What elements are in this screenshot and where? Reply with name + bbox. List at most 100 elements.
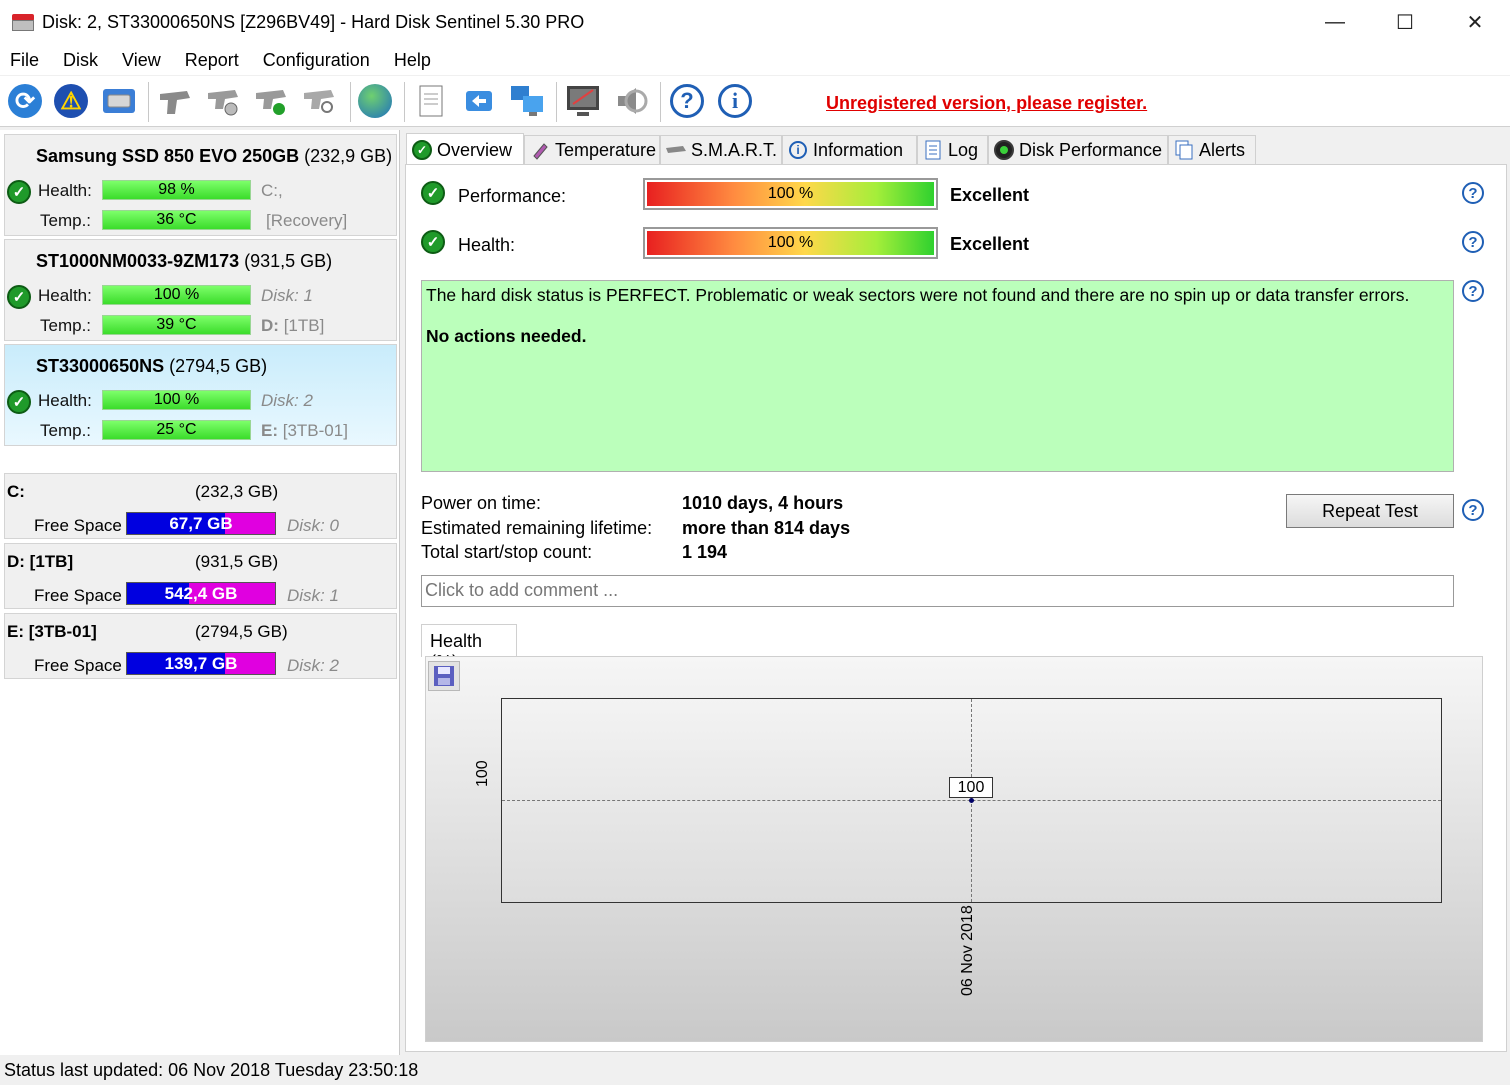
toolbar-separator xyxy=(148,82,149,122)
save-icon[interactable] xyxy=(428,661,460,691)
refresh-icon[interactable]: ⟳ xyxy=(6,82,44,120)
minimize-button[interactable]: — xyxy=(1300,0,1370,45)
disk-meta: D: [1TB] xyxy=(261,316,325,335)
health-ok-icon: ✓ xyxy=(421,230,445,254)
help-icon[interactable]: ? xyxy=(1462,182,1484,204)
tab-disk-performance[interactable]: Disk Performance xyxy=(988,135,1168,164)
status-action: No actions needed. xyxy=(426,326,587,346)
menu-disk[interactable]: Disk xyxy=(55,50,106,71)
disk-ok-icon[interactable] xyxy=(252,82,290,120)
health-graph: 100 100 06 Nov 2018 xyxy=(425,656,1483,1042)
lifetime-label: Estimated remaining lifetime: xyxy=(421,518,653,538)
volume-name: D: [1TB] xyxy=(7,552,74,571)
surface-test-icon[interactable] xyxy=(204,82,242,120)
status-bar: Status last updated: 06 Nov 2018 Tuesday… xyxy=(0,1058,1510,1085)
disk-name: ST1000NM0033-9ZM173 (931,5 GB) xyxy=(36,251,333,271)
health-label: Health: xyxy=(38,391,92,410)
free-space-bar: 542,4 GB xyxy=(126,582,276,605)
overview-panel: ✓ Performance: 100 % Excellent ? ✓ Healt… xyxy=(405,164,1507,1052)
volume-name: C: xyxy=(7,482,25,501)
toolbar-separator xyxy=(556,82,557,122)
tab-alerts[interactable]: Alerts xyxy=(1168,135,1256,164)
menu-report[interactable]: Report xyxy=(177,50,247,71)
disk-name: ST33000650NS (2794,5 GB) xyxy=(36,356,268,376)
tab-health-graph[interactable]: Health (%) xyxy=(421,624,517,672)
lifetime-value: more than 814 days xyxy=(682,518,851,538)
window-title: Disk: 2, ST33000650NS [Z296BV49] - Hard … xyxy=(42,12,585,32)
comment-field[interactable]: Click to add comment ... xyxy=(421,575,1454,607)
menu-configuration[interactable]: Configuration xyxy=(255,50,378,71)
disk-card-1[interactable]: ST1000NM0033-9ZM173 (931,5 GB) ✓ Health:… xyxy=(4,239,397,341)
volume-card-2[interactable]: E: [3TB-01] (2794,5 GB) Free Space 139,7… xyxy=(4,613,397,679)
free-space-value: 542,4 GB xyxy=(164,584,238,603)
help-icon[interactable]: ? xyxy=(1462,499,1484,521)
tab-overview[interactable]: ✓ Overview xyxy=(406,133,524,166)
health-ok-icon: ✓ xyxy=(7,180,31,204)
disk-card-2[interactable]: ST33000650NS (2794,5 GB) ✓ Health: 100 %… xyxy=(4,344,397,446)
alert-icon[interactable]: ⚠ xyxy=(52,82,90,120)
health-rating: Excellent xyxy=(950,234,1030,254)
volume-size: (232,3 GB) xyxy=(195,482,279,501)
help-icon[interactable]: ? xyxy=(1462,280,1484,302)
tab-label: Log xyxy=(948,139,979,160)
tab-log[interactable]: Log xyxy=(917,135,988,164)
temp-bar: 36 °C xyxy=(102,210,251,230)
maximize-button[interactable]: ☐ xyxy=(1370,0,1440,45)
temp-bar: 39 °C xyxy=(102,315,251,335)
tab-label: Information xyxy=(813,139,904,160)
menu-help[interactable]: Help xyxy=(386,50,439,71)
app-icon xyxy=(12,13,34,32)
tab-strip: ✓ Overview Temperature S.M.A.R.T. i Info… xyxy=(404,133,1507,166)
volume-card-1[interactable]: D: [1TB] (931,5 GB) Free Space 542,4 GB … xyxy=(4,543,397,609)
menu-view[interactable]: View xyxy=(114,50,169,71)
tab-information[interactable]: i Information xyxy=(782,135,917,164)
log-icon xyxy=(922,139,944,161)
title-bar: Disk: 2, ST33000650NS [Z296BV49] - Hard … xyxy=(0,0,1510,45)
data-label: 100 xyxy=(949,777,993,798)
help-icon[interactable]: ? xyxy=(668,82,706,120)
plot-area: 100 xyxy=(501,698,1442,903)
info-icon[interactable]: i xyxy=(716,82,754,120)
info-icon: i xyxy=(787,139,809,161)
globe-icon[interactable] xyxy=(356,82,394,120)
health-bar: 100 % xyxy=(102,390,251,410)
alerts-icon xyxy=(1173,139,1195,161)
repeat-test-button[interactable]: Repeat Test xyxy=(1286,494,1454,528)
help-icon[interactable]: ? xyxy=(1462,231,1484,253)
temp-bar: 25 °C xyxy=(102,420,251,440)
disk-test-icon[interactable] xyxy=(156,82,194,120)
monitor-icon[interactable] xyxy=(564,82,602,120)
status-description: The hard disk status is PERFECT. Problem… xyxy=(421,280,1454,472)
menu-file[interactable]: File xyxy=(2,50,47,71)
power-on-value: 1010 days, 4 hours xyxy=(682,493,844,513)
performance-row: ✓ Performance: 100 % Excellent ? xyxy=(406,177,1506,213)
disk-icon[interactable] xyxy=(100,82,138,120)
volume-disk: Disk: 0 xyxy=(287,516,339,535)
y-tick-label: 100 xyxy=(474,760,491,787)
network-icon[interactable] xyxy=(508,82,546,120)
report-icon[interactable] xyxy=(412,82,450,120)
tab-label: Disk Performance xyxy=(1019,139,1163,160)
check-icon: ✓ xyxy=(411,139,433,161)
toolbar-separator xyxy=(350,82,351,122)
tab-temperature[interactable]: Temperature xyxy=(524,135,660,164)
tab-label: Temperature xyxy=(555,139,657,160)
health-bar: 100 % xyxy=(643,227,938,259)
tab-smart[interactable]: S.M.A.R.T. xyxy=(660,135,782,164)
x-tick-label: 06 Nov 2018 xyxy=(959,905,976,996)
performance-label: Performance: xyxy=(458,186,567,206)
close-button[interactable]: ✕ xyxy=(1440,0,1510,45)
health-ok-icon: ✓ xyxy=(7,285,31,309)
health-row: ✓ Health: 100 % Excellent ? xyxy=(406,226,1506,262)
temp-label: Temp.: xyxy=(40,421,92,440)
volume-card-0[interactable]: C: (232,3 GB) Free Space 67,7 GB Disk: 0 xyxy=(4,473,397,539)
free-space-label: Free Space xyxy=(34,656,122,675)
disk-meta: E: [3TB-01] xyxy=(261,421,348,440)
disk-card-0[interactable]: Samsung SSD 850 EVO 250GB (232,9 GB) Di … xyxy=(4,134,397,236)
disk-settings-icon[interactable] xyxy=(300,82,338,120)
register-link[interactable]: Unregistered version, please register. xyxy=(826,93,1147,114)
sound-icon[interactable] xyxy=(612,82,650,120)
health-label: Health: xyxy=(458,235,516,255)
disk-meta: [Recovery] xyxy=(266,211,348,230)
send-report-icon[interactable] xyxy=(460,82,498,120)
